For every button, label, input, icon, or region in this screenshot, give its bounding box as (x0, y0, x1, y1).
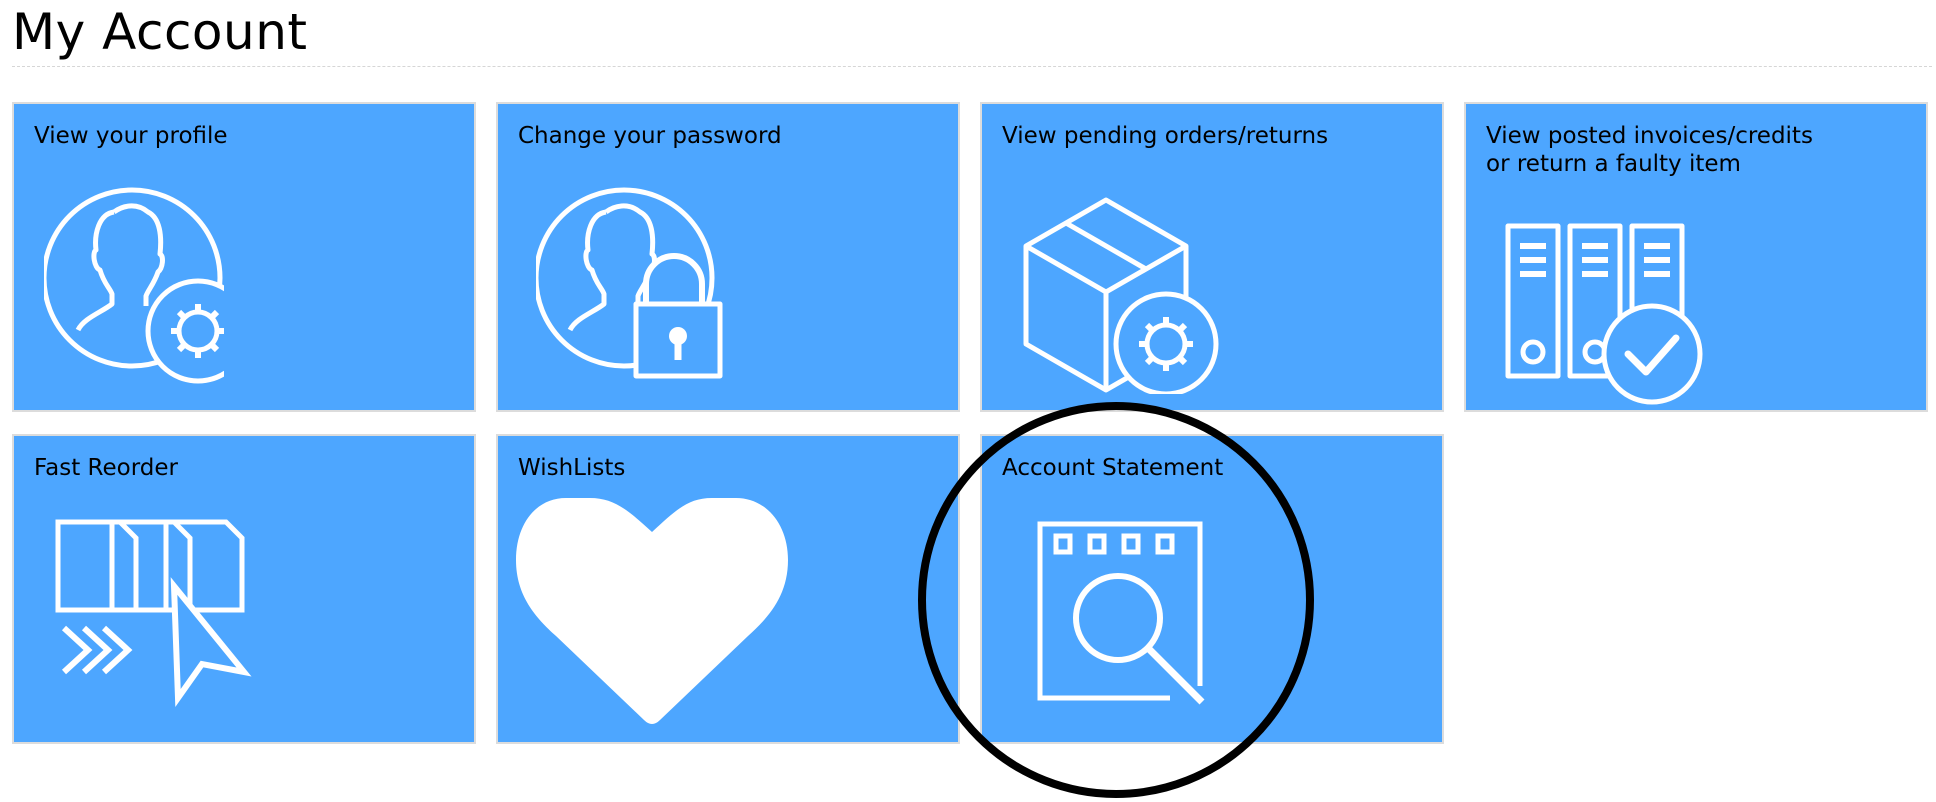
tile-account-statement[interactable]: Account Statement (980, 434, 1444, 744)
tile-label: WishLists (518, 455, 626, 481)
tile-label: Account Statement (1002, 455, 1224, 481)
tile-pending-orders[interactable]: View pending orders/returns (980, 102, 1444, 412)
tile-label: Change your password (518, 123, 782, 149)
documents-cursor-icon (55, 519, 252, 707)
tile-label: Fast Reorder (34, 455, 178, 481)
tile-view-profile[interactable]: View your profile (12, 102, 476, 412)
tile-label: View posted invoices/credits or return a… (1486, 123, 1813, 177)
tile-posted-invoices[interactable]: View posted invoices/credits or return a… (1464, 102, 1928, 412)
tile-label: View pending orders/returns (1002, 123, 1329, 149)
binders-check-icon (1505, 223, 1703, 405)
page-title: My Account (12, 3, 308, 61)
tile-fast-reorder[interactable]: Fast Reorder (12, 434, 476, 744)
box-gear-icon (1023, 197, 1219, 394)
tile-change-password[interactable]: Change your password (496, 102, 960, 412)
tile-label: View your profile (34, 123, 228, 149)
user-lock-icon (536, 187, 723, 379)
notepad-search-icon (1037, 521, 1205, 705)
heart-icon (516, 498, 788, 724)
tile-wishlists[interactable]: WishLists (496, 434, 960, 744)
title-divider (12, 66, 1932, 67)
user-gear-icon (44, 187, 224, 384)
